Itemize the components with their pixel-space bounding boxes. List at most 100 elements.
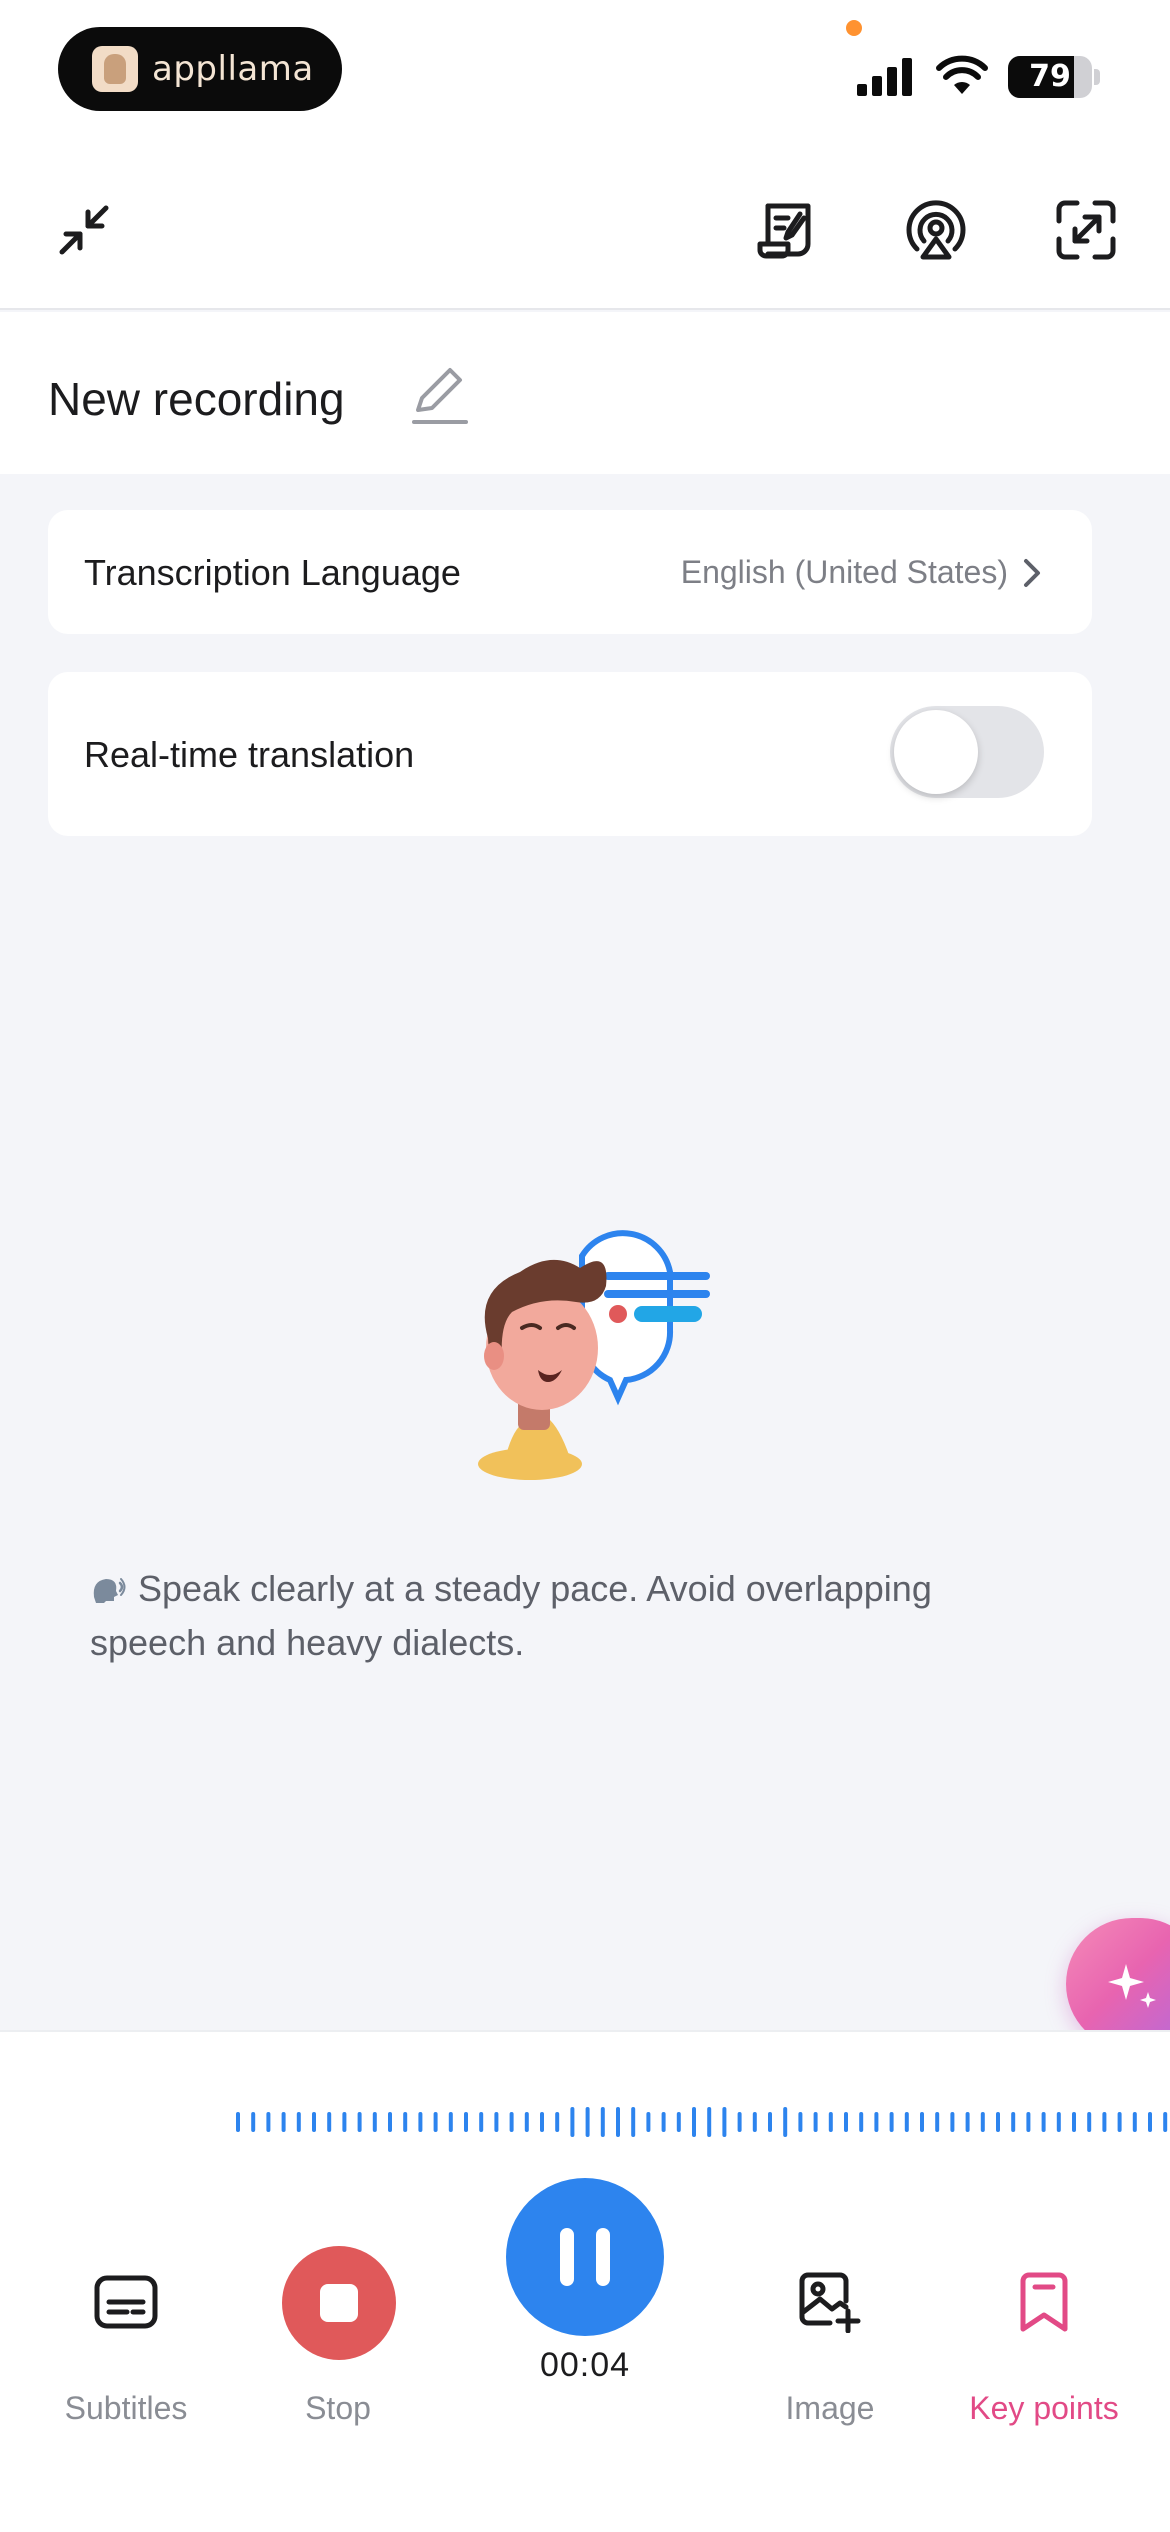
- waveform-bar: [1011, 2112, 1016, 2132]
- waveform-bar: [768, 2112, 772, 2132]
- waveform-bar: [935, 2112, 940, 2132]
- waveform-bar: [798, 2112, 803, 2132]
- waveform-bar: [372, 2112, 377, 2132]
- notes-scroll-icon[interactable]: [746, 190, 826, 270]
- waveform-bar: [448, 2112, 453, 2132]
- transcription-language-label: Transcription Language: [84, 552, 461, 593]
- realtime-translation-label: Real-time translation: [84, 734, 415, 775]
- transcription-language-value: English (United States): [680, 554, 1008, 590]
- edit-pencil-icon[interactable]: [410, 364, 470, 426]
- chevron-right-icon: [1024, 559, 1040, 587]
- waveform-bar: [965, 2112, 970, 2132]
- waveform-bar: [1056, 2112, 1061, 2132]
- waveform-bar: [950, 2112, 955, 2132]
- waveform-bar: [296, 2112, 301, 2132]
- waveform-bar: [524, 2112, 529, 2132]
- waveform-bar: [342, 2112, 347, 2132]
- waveform-bar: [464, 2112, 468, 2132]
- live-broadcast-icon[interactable]: [896, 190, 976, 270]
- waveform-bar: [844, 2112, 848, 2132]
- audio-waveform: [236, 2107, 1168, 2137]
- waveform-bar: [631, 2107, 636, 2137]
- waveform-bar: [600, 2107, 605, 2137]
- subtitles-button[interactable]: Subtitles: [26, 2212, 226, 2452]
- speaking-person-illustration: [478, 1230, 710, 1480]
- waveform-bar: [312, 2112, 316, 2132]
- subtitles-icon: [86, 2262, 166, 2342]
- waveform-bar: [281, 2112, 286, 2132]
- waveform-bar: [494, 2112, 499, 2132]
- recording-title: New recording: [48, 373, 345, 425]
- waveform-bar: [236, 2112, 240, 2132]
- image-button[interactable]: Image: [730, 2212, 930, 2452]
- waveform-bar: [676, 2112, 681, 2132]
- waveform-bar: [707, 2107, 712, 2137]
- key-points-label: Key points: [969, 2390, 1119, 2426]
- waveform-bar: [722, 2107, 727, 2137]
- battery-icon: 79: [1008, 56, 1092, 98]
- recording-tip-text: Speak clearly at a steady pace. Avoid ov…: [90, 1568, 932, 1663]
- toggle-knob: [894, 710, 978, 794]
- signal-icon: [857, 58, 912, 96]
- top-toolbar: [0, 150, 1170, 310]
- waveform-bar: [509, 2112, 514, 2132]
- waveform-bar: [388, 2112, 392, 2132]
- waveform-bar: [828, 2112, 833, 2132]
- app-pill: appllama: [58, 27, 342, 111]
- stop-label: Stop: [305, 2390, 371, 2426]
- waveform-bar: [1117, 2112, 1122, 2132]
- waveform-bar: [433, 2112, 438, 2132]
- waveform-bar: [692, 2107, 696, 2137]
- waveform-bar: [859, 2112, 864, 2132]
- add-image-icon: [790, 2262, 870, 2342]
- waveform-bar: [403, 2112, 408, 2132]
- key-points-button[interactable]: Key points: [944, 2212, 1144, 2452]
- waveform-bar: [585, 2107, 590, 2137]
- waveform-bar: [357, 2112, 362, 2132]
- battery-level: 79: [1029, 59, 1071, 94]
- waveform-bar: [920, 2112, 924, 2132]
- waveform-bar: [1148, 2112, 1152, 2132]
- collapse-icon[interactable]: [44, 190, 124, 270]
- waveform-bar: [1026, 2112, 1031, 2132]
- waveform-bar: [661, 2112, 666, 2132]
- expand-icon[interactable]: [1046, 190, 1126, 270]
- waveform-bar: [889, 2112, 894, 2132]
- llama-logo-icon: [92, 46, 138, 92]
- waveform-bar: [1087, 2112, 1092, 2132]
- realtime-translation-row: Real-time translation: [48, 672, 1092, 836]
- waveform-bar: [646, 2112, 651, 2132]
- status-bar: appllama 79: [0, 0, 1170, 150]
- image-label: Image: [785, 2390, 875, 2426]
- realtime-translation-toggle[interactable]: [890, 706, 1044, 798]
- waveform-bar: [783, 2107, 788, 2137]
- waveform-bar: [1102, 2112, 1107, 2132]
- waveform-bar: [874, 2112, 879, 2132]
- waveform-bar: [752, 2112, 757, 2132]
- wifi-icon: [936, 55, 988, 94]
- waveform-bar: [251, 2112, 256, 2132]
- subtitles-label: Subtitles: [64, 2390, 188, 2426]
- pause-button[interactable]: [506, 2178, 664, 2336]
- waveform-bar: [266, 2112, 271, 2132]
- waveform-bar: [418, 2112, 423, 2132]
- waveform-bar: [1132, 2112, 1137, 2132]
- waveform-bar: [1041, 2112, 1046, 2132]
- waveform-bar: [996, 2112, 1000, 2132]
- waveform-bar: [904, 2112, 909, 2132]
- recording-tip: Speak clearly at a steady pace. Avoid ov…: [90, 1562, 1050, 1670]
- waveform-bar: [813, 2112, 818, 2132]
- recording-title-row: New recording: [0, 312, 1170, 474]
- waveform-bar: [1072, 2112, 1076, 2132]
- waveform-bar: [555, 2112, 560, 2132]
- transcription-language-row[interactable]: Transcription Language English (United S…: [48, 510, 1092, 634]
- stop-button[interactable]: Stop: [238, 2212, 438, 2452]
- waveform-bar: [570, 2107, 575, 2137]
- waveform-bar: [737, 2112, 742, 2132]
- speaking-head-icon: [93, 1578, 126, 1603]
- bookmark-icon: [1004, 2262, 1084, 2342]
- sparkle-icon: [1108, 1964, 1156, 2008]
- waveform-bar: [540, 2112, 544, 2132]
- app-pill-name: appllama: [152, 49, 314, 89]
- waveform-bar: [479, 2112, 484, 2132]
